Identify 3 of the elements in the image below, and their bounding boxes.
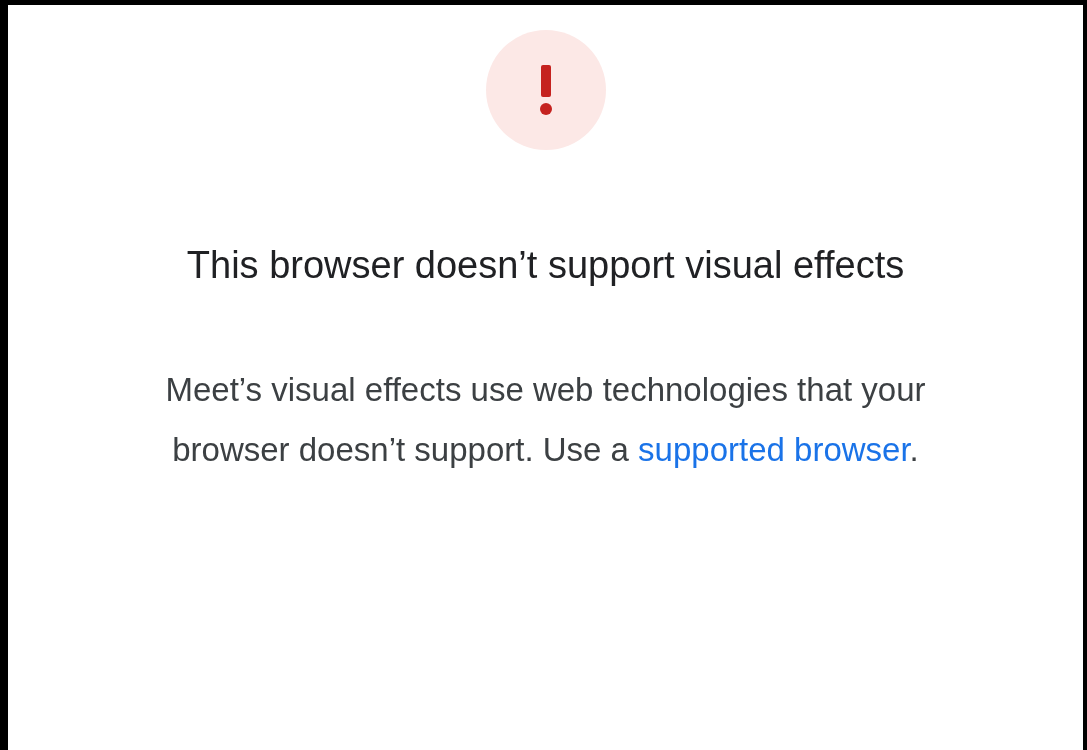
supported-browser-link[interactable]: supported browser xyxy=(638,431,910,468)
dialog-title: This browser doesn’t support visual effects xyxy=(185,243,906,288)
dialog-message: Meet’s visual effects use web technologies that your browser doesn’t support. Use a supported browser. xyxy=(164,370,927,470)
